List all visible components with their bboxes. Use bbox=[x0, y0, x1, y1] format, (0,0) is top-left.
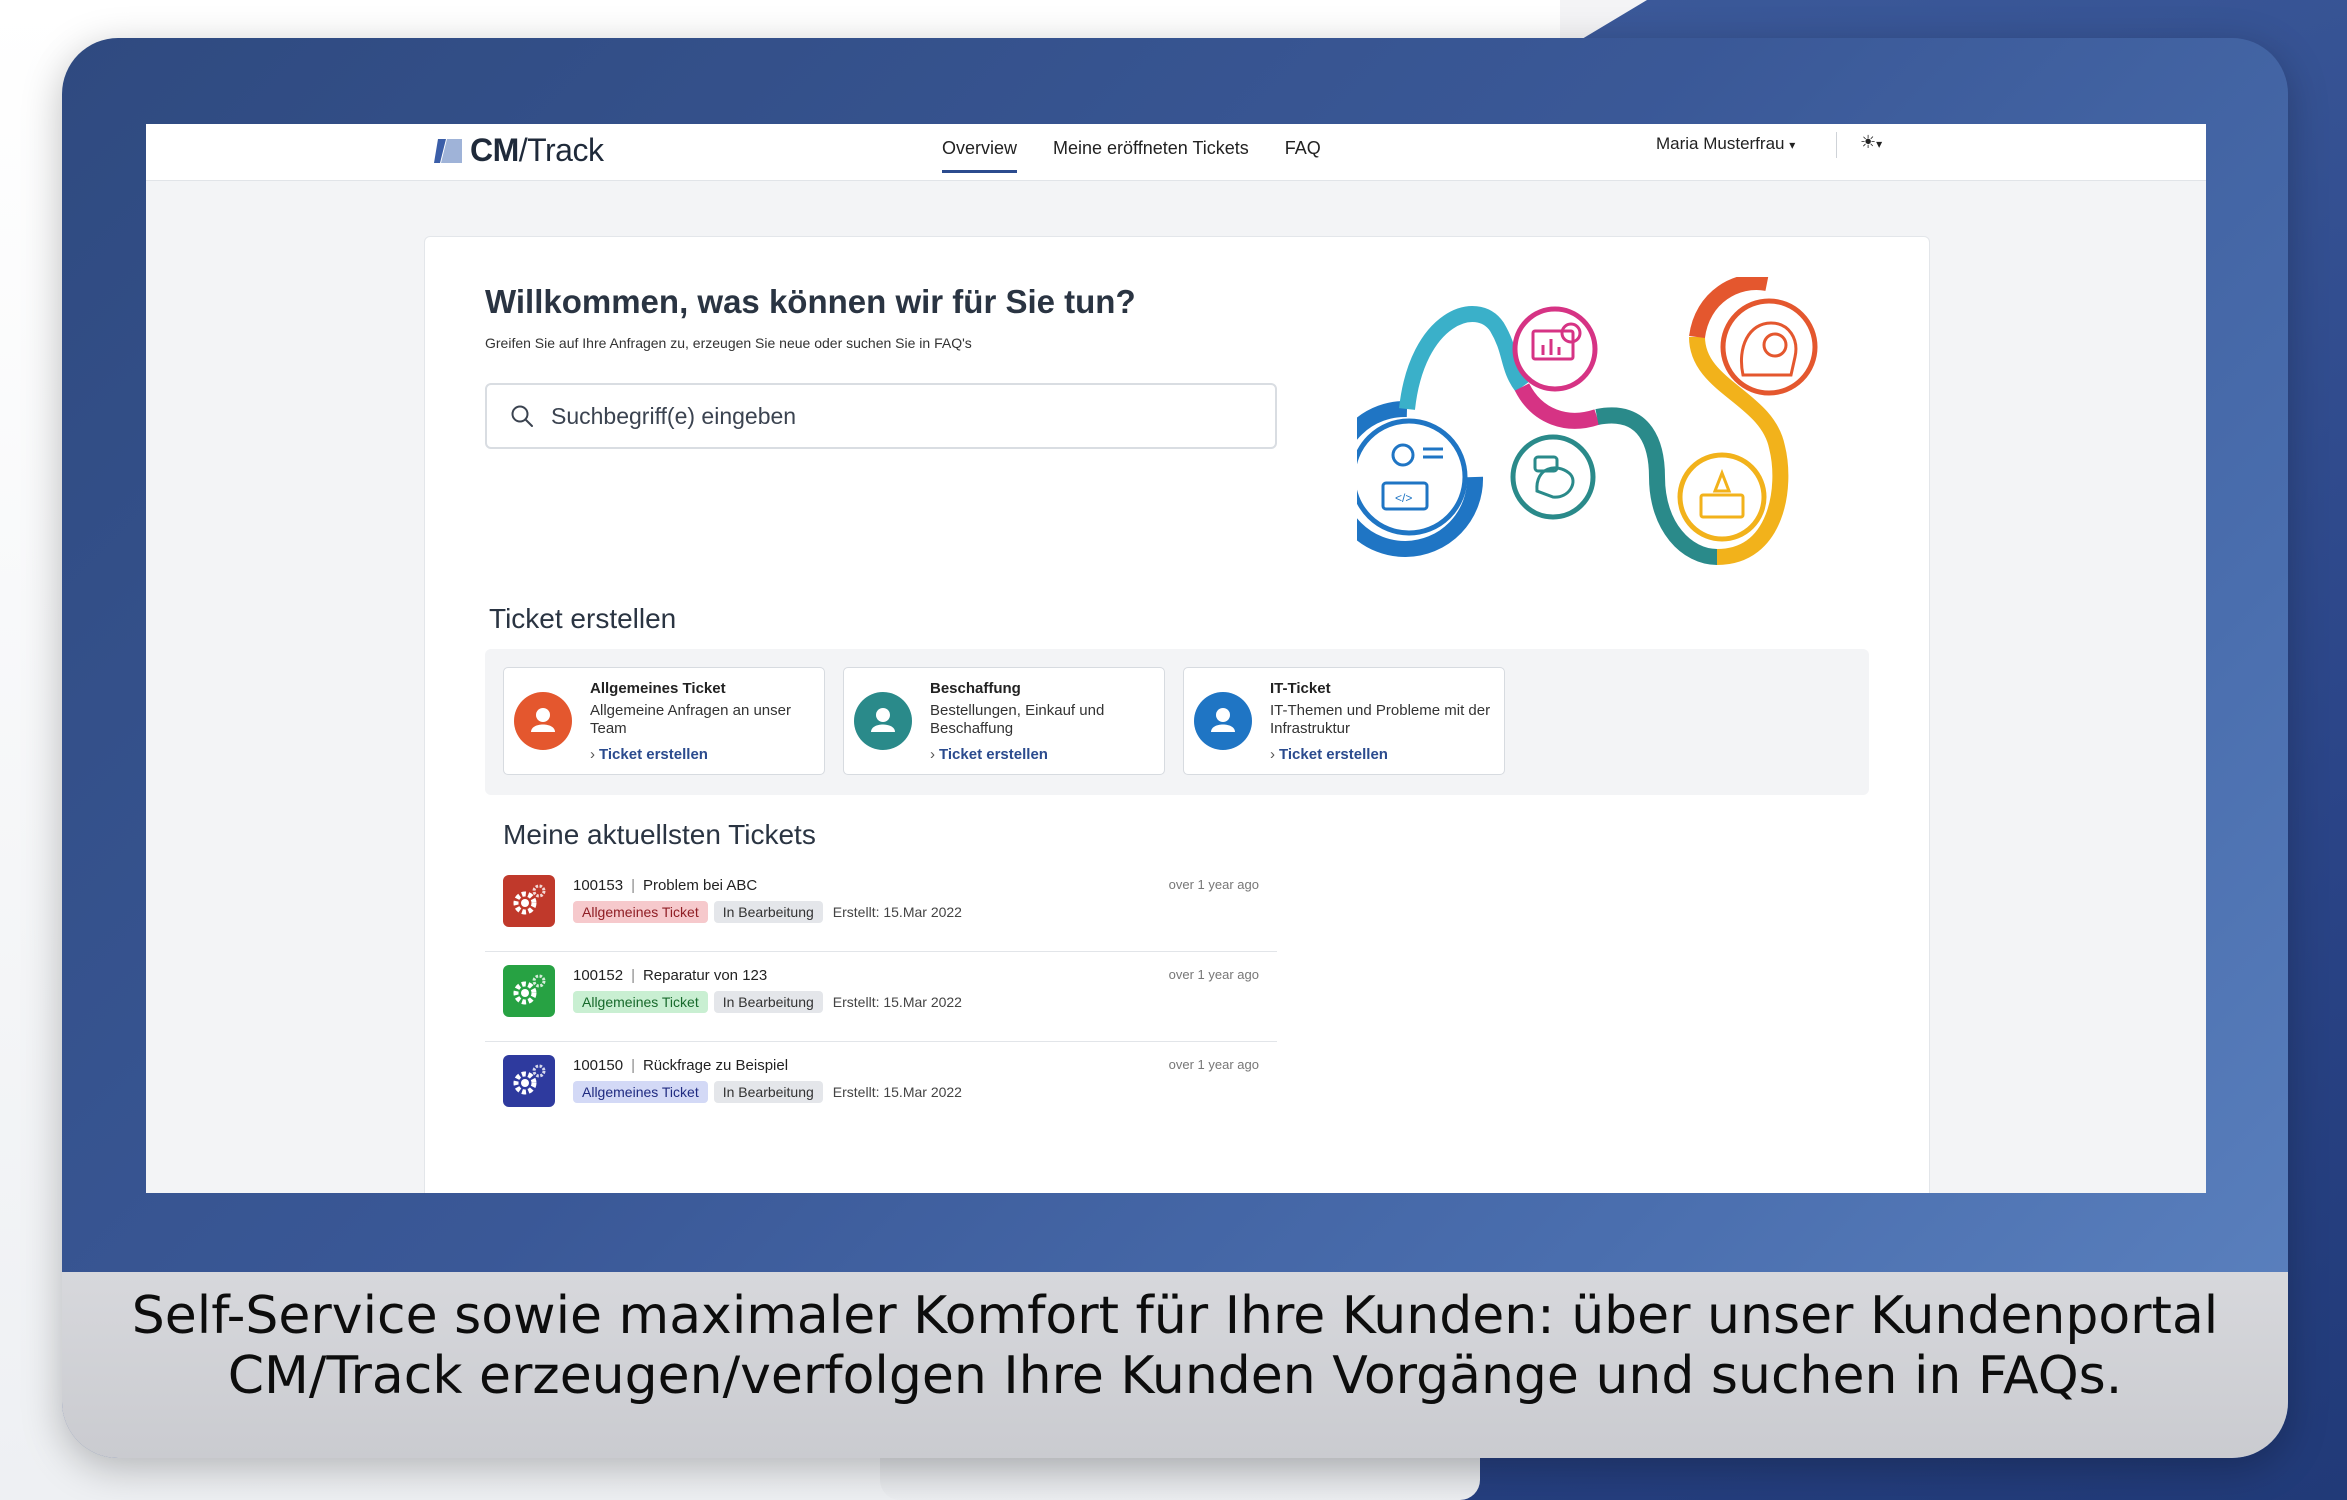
ticket-type-card-general[interactable]: Allgemeines Ticket Allgemeine Anfragen a… bbox=[503, 667, 825, 775]
ticket-title: 100150 | Rückfrage zu Beispiel bbox=[573, 1057, 789, 1074]
create-ticket-link[interactable]: › Ticket erstellen bbox=[1270, 746, 1388, 763]
card-title: Allgemeines Ticket bbox=[590, 680, 726, 697]
nav-divider bbox=[1836, 132, 1837, 158]
create-ticket-link[interactable]: › Ticket erstellen bbox=[590, 746, 708, 763]
theme-toggle[interactable]: ☀▾ bbox=[1860, 132, 1882, 153]
card-title: IT-Ticket bbox=[1270, 680, 1331, 697]
ticket-row[interactable]: 100150 | Rückfrage zu Beispiel over 1 year… bbox=[485, 1041, 1277, 1131]
status-badge: In Bearbeitung bbox=[713, 1081, 823, 1103]
ticket-type-badge: Allgemeines Ticket bbox=[573, 1081, 708, 1103]
ticket-meta: Allgemeines Ticket In Bearbeitung Erstel… bbox=[573, 1081, 962, 1103]
logo-text: CM/Track bbox=[470, 132, 604, 168]
gear-icon bbox=[503, 965, 555, 1017]
app-logo[interactable]: CM/Track bbox=[434, 132, 604, 169]
ticket-type-card-procurement[interactable]: Beschaffung Bestellungen, Einkauf und Be… bbox=[843, 667, 1165, 775]
created-date: Erstellt: 15.Mar 2022 bbox=[832, 904, 962, 920]
recent-tickets-heading: Meine aktuellsten Tickets bbox=[503, 819, 816, 850]
card-title: Beschaffung bbox=[930, 680, 1021, 697]
status-badge: In Bearbeitung bbox=[713, 991, 823, 1013]
ticket-type-badge: Allgemeines Ticket bbox=[573, 991, 708, 1013]
user-avatar-icon bbox=[514, 692, 572, 750]
card-description: IT-Themen und Probleme mit der Infrastru… bbox=[1270, 702, 1491, 737]
card-description: Allgemeine Anfragen an unser Team bbox=[590, 702, 791, 737]
user-avatar-icon bbox=[854, 692, 912, 750]
user-menu[interactable]: Maria Musterfrau ▾ bbox=[1656, 134, 1795, 154]
status-badge: In Bearbeitung bbox=[713, 901, 823, 923]
create-ticket-heading: Ticket erstellen bbox=[489, 603, 677, 634]
app-screen: CM/Track Overview Meine eröffneten Ticke… bbox=[146, 124, 2206, 1193]
caret-down-icon: ▾ bbox=[1876, 137, 1883, 151]
ticket-meta: Allgemeines Ticket In Bearbeitung Erstel… bbox=[573, 991, 962, 1013]
search-input[interactable] bbox=[549, 401, 1253, 431]
ticket-title: 100152 | Reparatur von 123 bbox=[573, 967, 768, 984]
ticket-row[interactable]: 100153 | Problem bei ABC over 1 year ago A… bbox=[485, 861, 1277, 952]
top-navbar: CM/Track Overview Meine eröffneten Ticke… bbox=[146, 124, 2206, 181]
sun-icon: ☀ bbox=[1860, 132, 1877, 152]
chevron-right-icon: › bbox=[930, 746, 935, 763]
page-title: Willkommen, was können wir für Sie tun? bbox=[485, 283, 1136, 320]
card-description: Bestellungen, Einkauf und Beschaffung bbox=[930, 702, 1105, 737]
created-date: Erstellt: 15.Mar 2022 bbox=[832, 994, 962, 1010]
ticket-meta: Allgemeines Ticket In Bearbeitung Erstel… bbox=[573, 901, 962, 923]
caption-text: Self-Service sowie maximaler Komfort für… bbox=[62, 1286, 2288, 1406]
ticket-type-badge: Allgemeines Ticket bbox=[573, 901, 708, 923]
chevron-right-icon: › bbox=[590, 746, 595, 763]
hero-illustration: </> bbox=[1357, 277, 1818, 565]
ticket-time: over 1 year ago bbox=[1168, 1057, 1259, 1072]
gear-icon bbox=[503, 1055, 555, 1107]
main-nav: Overview Meine eröffneten Tickets FAQ bbox=[942, 138, 1321, 173]
ticket-type-card-it[interactable]: IT-Ticket IT-Themen und Probleme mit der… bbox=[1183, 667, 1505, 775]
created-date: Erstellt: 15.Mar 2022 bbox=[832, 1084, 962, 1100]
search-icon bbox=[511, 405, 533, 427]
ticket-row[interactable]: 100152 | Reparatur von 123 over 1 year ago… bbox=[485, 951, 1277, 1042]
svg-text:</>: </> bbox=[1395, 491, 1412, 505]
page-subtitle: Greifen Sie auf Ihre Anfragen zu, erzeug… bbox=[485, 335, 972, 351]
nav-faq[interactable]: FAQ bbox=[1285, 138, 1321, 173]
ticket-time: over 1 year ago bbox=[1168, 877, 1259, 892]
ticket-title: 100153 | Problem bei ABC bbox=[573, 877, 758, 894]
user-name: Maria Musterfrau bbox=[1656, 134, 1785, 153]
chevron-right-icon: › bbox=[1270, 746, 1275, 763]
create-ticket-link[interactable]: › Ticket erstellen bbox=[930, 746, 1048, 763]
create-ticket-panel: Allgemeines Ticket Allgemeine Anfragen a… bbox=[485, 649, 1869, 795]
ticket-time: over 1 year ago bbox=[1168, 967, 1259, 982]
logo-icon bbox=[434, 138, 462, 163]
main-card: Willkommen, was können wir für Sie tun? … bbox=[424, 236, 1930, 1193]
gear-icon bbox=[503, 875, 555, 927]
nav-my-tickets[interactable]: Meine eröffneten Tickets bbox=[1053, 138, 1249, 173]
search-box[interactable] bbox=[485, 383, 1277, 449]
caption-line-2: CM/Track erzeugen/verfolgen Ihre Kunden … bbox=[227, 1346, 2123, 1406]
monitor-frame: CM/Track Overview Meine eröffneten Ticke… bbox=[62, 38, 2288, 1458]
user-avatar-icon bbox=[1194, 692, 1252, 750]
caret-down-icon: ▾ bbox=[1789, 138, 1796, 152]
caption-line-1: Self-Service sowie maximaler Komfort für… bbox=[131, 1286, 2219, 1346]
nav-overview[interactable]: Overview bbox=[942, 138, 1018, 173]
